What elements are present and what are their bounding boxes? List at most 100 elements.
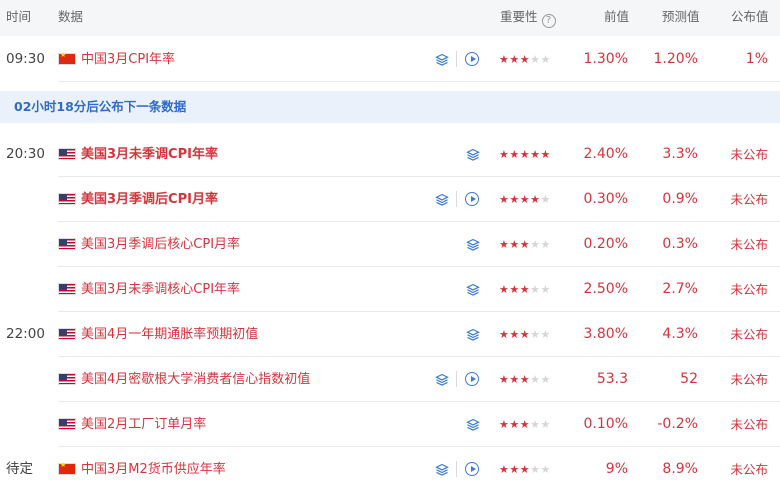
actual-value: 未公布 <box>730 282 768 297</box>
layers-icon[interactable] <box>466 282 480 296</box>
icon-divider <box>456 371 457 387</box>
table-row[interactable]: 美国2月工厂订单月率 ★★★★★ 0.10% -0.2% 未公布 <box>58 402 780 447</box>
star-icon: ★ <box>499 148 510 161</box>
star-icon: ★ <box>509 193 520 206</box>
star-icon: ★ <box>499 193 510 206</box>
play-circle-icon[interactable] <box>465 192 479 206</box>
icon-divider <box>456 461 457 477</box>
table-row[interactable]: 美国4月一年期通胀率预期初值 ★★★★★ 3.80% 4.3% 未公布 <box>58 312 780 357</box>
layers-icon[interactable] <box>466 237 480 251</box>
forecast-value: 1.20% <box>653 51 698 67</box>
star-icon: ★ <box>509 373 520 386</box>
layers-icon[interactable] <box>435 462 449 476</box>
us-flag-icon <box>58 193 76 205</box>
table-row[interactable]: 美国3月未季调核心CPI年率 ★★★★★ 2.50% 2.7% 未公布 <box>58 267 780 312</box>
forecast-value: 0.9% <box>662 191 698 207</box>
layers-icon[interactable] <box>435 372 449 386</box>
table-row[interactable]: 美国3月季调后核心CPI月率 ★★★★★ 0.20% 0.3% 未公布 <box>58 222 780 267</box>
actual-value: 未公布 <box>730 327 768 342</box>
previous-value: 9% <box>605 461 628 477</box>
star-icon: ★ <box>530 283 541 296</box>
star-icon: ★ <box>519 193 531 206</box>
previous-value: 0.20% <box>583 236 628 252</box>
event-name[interactable]: 中国3月M2货币供应年率 <box>81 447 226 489</box>
table-row[interactable]: 美国3月未季调CPI年率 ★★★★★ 2.40% 3.3% 未公布 <box>58 132 780 177</box>
header-forecast: 预测值 <box>662 9 700 24</box>
event-name[interactable]: 美国4月密歇根大学消费者信心指数初值 <box>81 357 310 402</box>
table-row[interactable]: 美国3月季调后CPI月率 ★★★★★ 0.30% 0.9% 未公布 <box>58 177 780 222</box>
star-icon: ★ <box>530 418 541 431</box>
layers-icon[interactable] <box>435 52 449 66</box>
star-icon: ★ <box>530 148 541 161</box>
play-circle-icon[interactable] <box>465 462 479 476</box>
star-icon: ★ <box>540 418 551 431</box>
layers-icon[interactable] <box>466 327 480 341</box>
event-name[interactable]: 美国3月季调后CPI月率 <box>81 177 218 222</box>
star-icon: ★ <box>540 463 551 476</box>
play-circle-icon[interactable] <box>465 372 479 386</box>
next-release-text: 02小时18分后公布下一条数据 <box>14 99 187 114</box>
star-icon: ★ <box>519 463 531 476</box>
star-icon: ★ <box>540 193 551 206</box>
star-icon: ★ <box>519 148 531 161</box>
star-icon: ★ <box>499 238 510 251</box>
forecast-value: 4.3% <box>662 326 698 342</box>
forecast-value: 3.3% <box>662 146 698 162</box>
layers-icon[interactable] <box>466 147 480 161</box>
previous-value: 3.80% <box>583 326 628 342</box>
importance-stars: ★★★★★ <box>499 222 551 267</box>
header-previous: 前值 <box>604 9 630 24</box>
star-icon: ★ <box>530 238 541 251</box>
previous-value: 0.10% <box>583 416 628 432</box>
importance-stars: ★★★★★ <box>499 312 551 357</box>
forecast-value: 2.7% <box>662 281 698 297</box>
layers-icon[interactable] <box>466 417 480 431</box>
star-icon: ★ <box>530 53 541 66</box>
help-icon[interactable]: ? <box>541 14 556 28</box>
star-icon: ★ <box>519 418 531 431</box>
header-importance-label: 重要性 <box>500 9 538 24</box>
us-flag-icon <box>58 148 76 160</box>
star-icon: ★ <box>540 238 551 251</box>
star-icon: ★ <box>540 53 551 66</box>
us-flag-icon <box>58 328 76 340</box>
actual-value: 未公布 <box>730 237 768 252</box>
forecast-value: 52 <box>680 371 698 387</box>
table-row[interactable]: 中国3月CPI年率★★★★★1.30%1.20%1% <box>58 37 780 82</box>
event-name[interactable]: 美国2月工厂订单月率 <box>81 402 206 447</box>
layers-icon[interactable] <box>435 192 449 206</box>
time-label: 09:30 <box>6 51 45 67</box>
us-flag-icon <box>58 283 76 295</box>
importance-stars: ★★★★★ <box>499 37 551 82</box>
event-name[interactable]: 美国3月季调后核心CPI月率 <box>81 222 240 267</box>
star-icon: ★ <box>540 148 551 161</box>
star-icon: ★ <box>509 463 520 476</box>
previous-value: 2.40% <box>583 146 628 162</box>
event-name[interactable]: 美国4月一年期通胀率预期初值 <box>81 312 258 357</box>
icon-divider <box>456 51 457 67</box>
time-label: 20:30 <box>6 146 45 162</box>
table-row[interactable]: 中国3月M2货币供应年率★★★★★9%8.9%未公布 <box>58 447 780 489</box>
star-icon: ★ <box>530 328 541 341</box>
table-header: 时间 数据 重要性? 前值 预测值 公布值 <box>0 0 780 36</box>
star-icon: ★ <box>540 373 551 386</box>
forecast-value: 8.9% <box>662 461 698 477</box>
importance-stars: ★★★★★ <box>499 132 551 177</box>
star-icon: ★ <box>519 373 531 386</box>
star-icon: ★ <box>509 53 520 66</box>
previous-value: 2.50% <box>583 281 628 297</box>
play-circle-icon[interactable] <box>465 52 479 66</box>
importance-stars: ★★★★★ <box>499 447 551 489</box>
event-name[interactable]: 美国3月未季调CPI年率 <box>81 132 218 177</box>
header-time: 时间 <box>6 9 32 24</box>
us-flag-icon <box>58 238 76 250</box>
star-icon: ★ <box>499 418 510 431</box>
star-icon: ★ <box>499 328 510 341</box>
star-icon: ★ <box>499 283 510 296</box>
event-name[interactable]: 美国3月未季调核心CPI年率 <box>81 267 240 312</box>
us-flag-icon <box>58 418 76 430</box>
table-row[interactable]: 美国4月密歇根大学消费者信心指数初值 ★★★★★ 53.3 52 未公布 <box>58 357 780 402</box>
us-flag-icon <box>58 373 76 385</box>
event-name[interactable]: 中国3月CPI年率 <box>81 37 175 82</box>
actual-value: 未公布 <box>730 417 768 432</box>
